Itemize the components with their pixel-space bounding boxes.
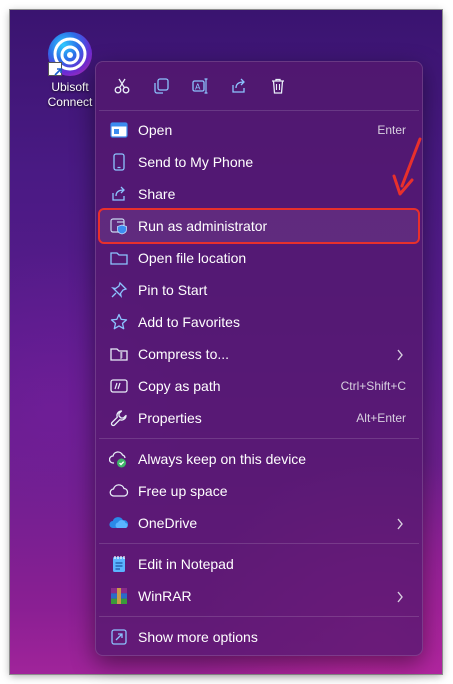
share-icon — [109, 184, 129, 204]
copy-icon — [154, 78, 169, 94]
shortcut-text: Ctrl+Shift+C — [340, 379, 406, 393]
desktop-shortcut-ubisoft-connect[interactable]: Ubisoft Connect — [40, 32, 100, 110]
divider — [99, 110, 419, 111]
menu-item-label: OneDrive — [138, 515, 198, 531]
menu-item-label: Send to My Phone — [138, 154, 254, 170]
menu-item-label: Pin to Start — [138, 282, 208, 298]
shield-icon — [109, 216, 129, 236]
menu-item-edit-in-notepad[interactable]: Edit in Notepad — [100, 548, 418, 580]
divider — [99, 616, 419, 617]
menu-item-add-to-favorites[interactable]: Add to Favorites — [100, 306, 418, 338]
star-icon — [109, 312, 129, 332]
menu-item-label: Copy as path — [138, 378, 221, 394]
zip-folder-icon — [109, 344, 129, 364]
menu-item-label: Open — [138, 122, 173, 138]
annotation-arrow-icon — [388, 136, 428, 203]
menu-item-label: Properties — [138, 410, 202, 426]
rename-button[interactable]: A — [184, 70, 216, 102]
menu-item-label: Compress to... — [138, 346, 230, 362]
menu-item-share[interactable]: Share — [100, 178, 418, 210]
share-toolbar-button[interactable] — [223, 70, 255, 102]
desktop-icon-label: Ubisoft Connect — [47, 80, 93, 109]
copy-button[interactable] — [145, 70, 177, 102]
menu-item-run-as-administrator[interactable]: Run as administrator — [98, 208, 420, 244]
chevron-right-icon — [396, 348, 404, 366]
chevron-right-icon — [396, 590, 404, 608]
trash-icon — [272, 78, 284, 94]
svg-text:A: A — [195, 83, 201, 92]
cloud-icon — [109, 481, 129, 501]
cloud-sync-icon — [109, 449, 129, 469]
menu-item-copy-as-path[interactable]: Copy as path Ctrl+Shift+C — [100, 370, 418, 402]
menu-item-onedrive[interactable]: OneDrive — [100, 507, 418, 539]
menu-item-label: Free up space — [138, 483, 228, 499]
share-icon — [232, 78, 245, 93]
menu-item-label: Run as administrator — [138, 218, 268, 234]
menu-item-label: Always keep on this device — [138, 451, 307, 467]
winrar-icon — [109, 586, 129, 606]
context-menu: A Open Enter Send to My Phone Share Run … — [95, 61, 423, 656]
shortcut-text: Enter — [377, 123, 406, 137]
chevron-right-icon — [396, 517, 404, 535]
ubisoft-connect-icon — [48, 32, 92, 76]
more-options-icon — [109, 627, 129, 647]
menu-item-compress-to[interactable]: Compress to... — [100, 338, 418, 370]
menu-item-show-more-options[interactable]: Show more options — [100, 621, 418, 653]
menu-item-label: WinRAR — [138, 588, 192, 604]
menu-item-label: Open file location — [138, 250, 247, 266]
menu-item-open-file-location[interactable]: Open file location — [100, 242, 418, 274]
menu-item-pin-to-start[interactable]: Pin to Start — [100, 274, 418, 306]
cut-button[interactable] — [106, 70, 138, 102]
scissors-icon — [114, 78, 130, 94]
menu-item-always-keep-on-device[interactable]: Always keep on this device — [100, 443, 418, 475]
menu-item-label: Share — [138, 186, 176, 202]
menu-item-label: Edit in Notepad — [138, 556, 234, 572]
app-window-icon — [109, 120, 129, 140]
folder-icon — [109, 248, 129, 268]
shortcut-text: Alt+Enter — [356, 411, 406, 425]
menu-item-send-to-phone[interactable]: Send to My Phone — [100, 146, 418, 178]
divider — [99, 438, 419, 439]
menu-item-properties[interactable]: Properties Alt+Enter — [100, 402, 418, 434]
menu-item-open[interactable]: Open Enter — [100, 114, 418, 146]
menu-item-winrar[interactable]: WinRAR — [100, 580, 418, 612]
path-icon — [109, 376, 129, 396]
pin-icon — [109, 280, 129, 300]
delete-button[interactable] — [262, 70, 294, 102]
notepad-icon — [109, 554, 129, 574]
menu-item-label: Show more options — [138, 629, 258, 645]
rename-icon: A — [192, 78, 208, 94]
onedrive-icon — [109, 513, 129, 533]
phone-icon — [109, 152, 129, 172]
wrench-icon — [109, 408, 129, 428]
menu-item-label: Add to Favorites — [138, 314, 240, 330]
divider — [99, 543, 419, 544]
menu-item-free-up-space[interactable]: Free up space — [100, 475, 418, 507]
shortcut-arrow-icon — [48, 62, 62, 76]
